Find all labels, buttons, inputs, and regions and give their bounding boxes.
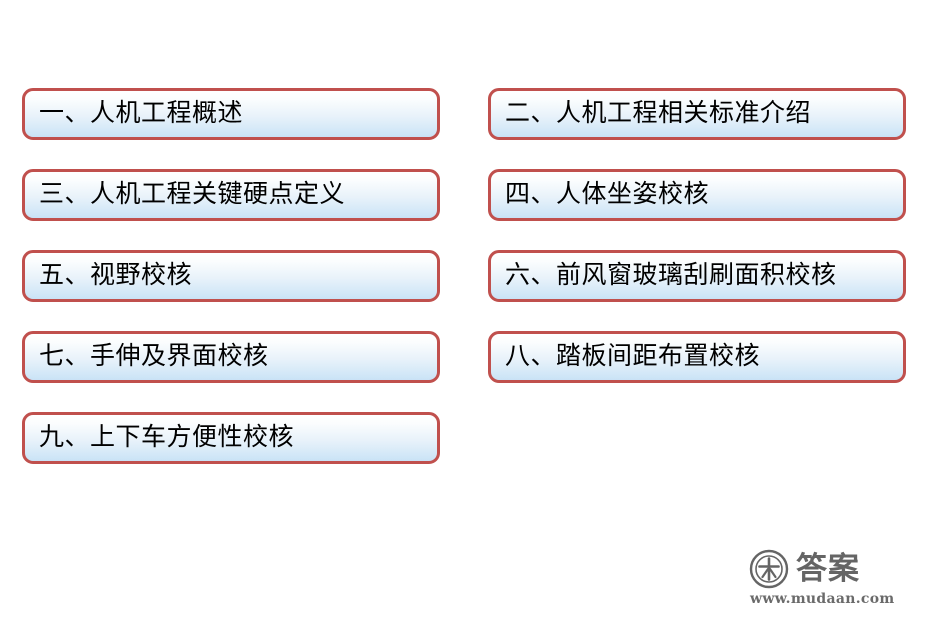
chapter-label: 八、踏板间距布置校核 <box>505 342 761 370</box>
chapter-label: 五、视野校核 <box>39 261 193 289</box>
chapter-label: 二、人机工程相关标准介绍 <box>505 99 812 127</box>
chapter-label: 一、人机工程概述 <box>39 99 244 127</box>
circular-seal-icon <box>749 549 789 589</box>
chapter-item-6[interactable]: 六、前风窗玻璃刮刷面积校核 <box>488 250 906 302</box>
chapter-label: 四、人体坐姿校核 <box>505 180 710 208</box>
chapter-item-1[interactable]: 一、人机工程概述 <box>22 88 440 140</box>
chapter-list: 一、人机工程概述 二、人机工程相关标准介绍 三、人机工程关键硬点定义 四、人体坐… <box>22 88 906 464</box>
chapter-item-5[interactable]: 五、视野校核 <box>22 250 440 302</box>
chapter-item-3[interactable]: 三、人机工程关键硬点定义 <box>22 169 440 221</box>
chapter-label: 三、人机工程关键硬点定义 <box>39 180 346 208</box>
chapter-label: 七、手伸及界面校核 <box>39 342 269 370</box>
watermark-url: www.mudaan.com <box>750 591 895 607</box>
chapter-item-8[interactable]: 八、踏板间距布置校核 <box>488 331 906 383</box>
chapter-label: 六、前风窗玻璃刮刷面积校核 <box>505 261 837 289</box>
chapter-item-9[interactable]: 九、上下车方便性校核 <box>22 412 440 464</box>
slide-canvas: 一、人机工程概述 二、人机工程相关标准介绍 三、人机工程关键硬点定义 四、人体坐… <box>0 0 931 618</box>
chapter-item-7[interactable]: 七、手伸及界面校核 <box>22 331 440 383</box>
watermark-brand-row: 答案 <box>749 548 909 590</box>
watermark-brand: 答案 <box>796 551 860 587</box>
chapter-label: 九、上下车方便性校核 <box>39 423 295 451</box>
watermark: 答案 www.mudaan.com <box>749 548 909 610</box>
chapter-item-4[interactable]: 四、人体坐姿校核 <box>488 169 906 221</box>
chapter-item-2[interactable]: 二、人机工程相关标准介绍 <box>488 88 906 140</box>
